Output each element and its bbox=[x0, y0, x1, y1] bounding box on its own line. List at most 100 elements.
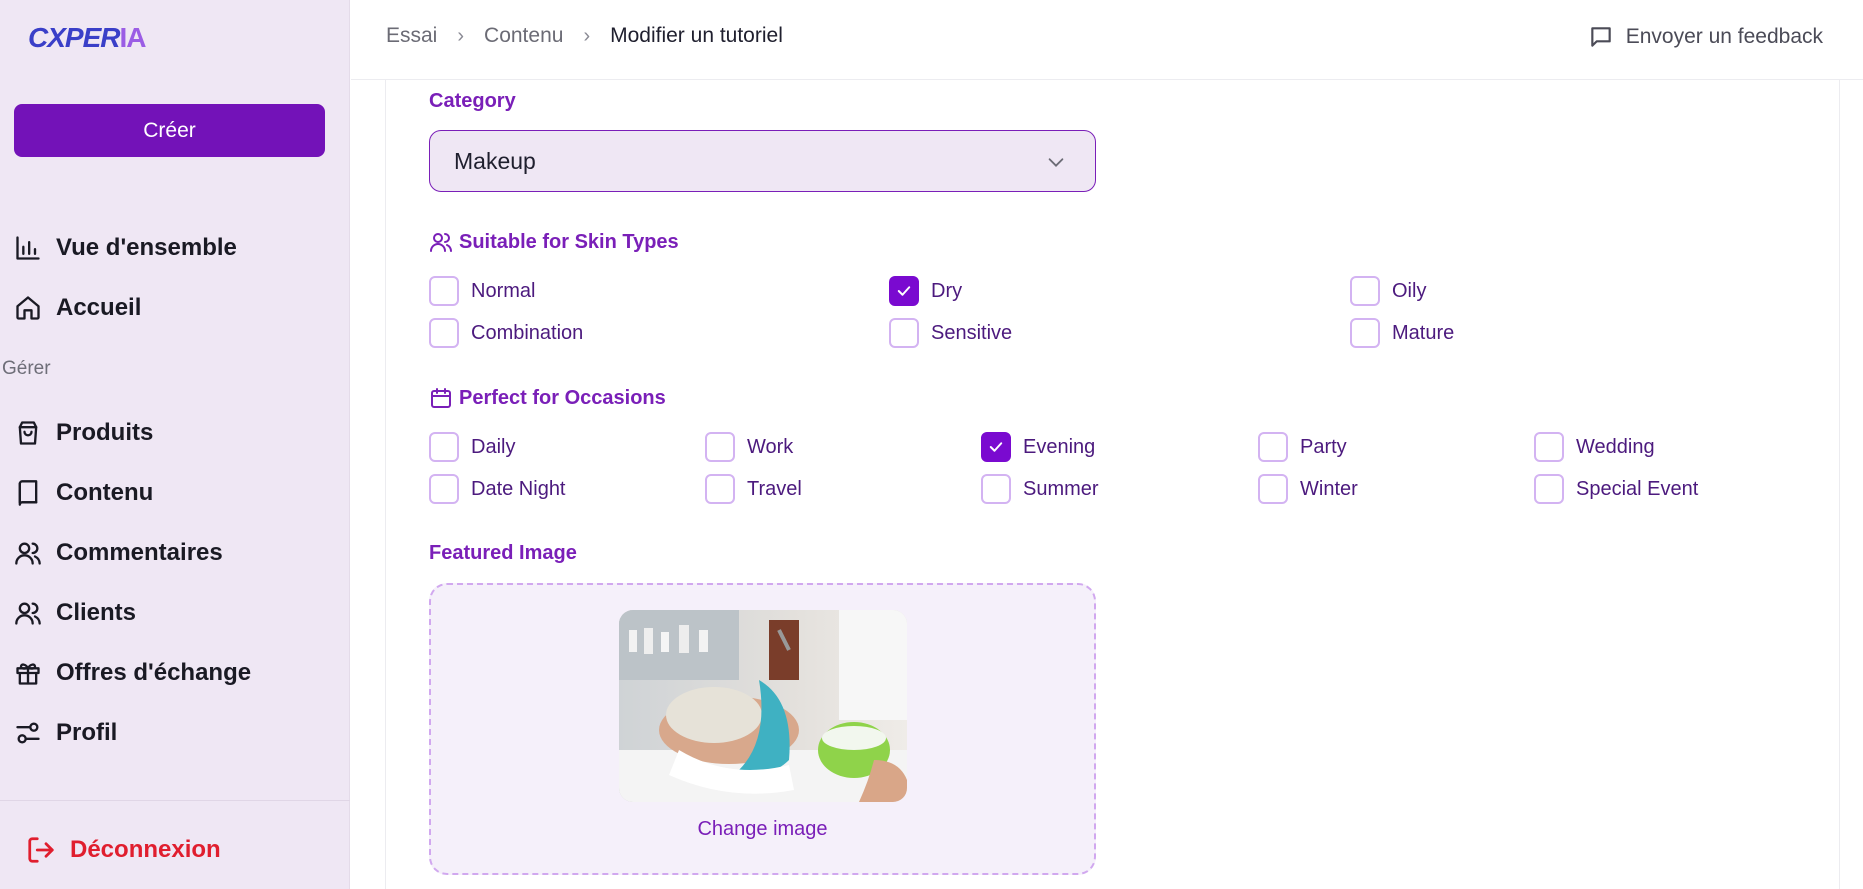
sidebar-item-label: Contenu bbox=[56, 479, 154, 506]
sidebar-item-label: Clients bbox=[56, 599, 137, 626]
bar-chart-icon bbox=[16, 236, 40, 260]
checkbox-occasion-wedding[interactable]: Wedding bbox=[1534, 432, 1655, 462]
category-select[interactable]: Makeup bbox=[429, 130, 1096, 192]
occasions-label: Perfect for Occasions bbox=[429, 386, 666, 410]
checkbox-box[interactable] bbox=[705, 474, 735, 504]
sidebar-item-label: Vue d'ensemble bbox=[56, 234, 237, 261]
users-icon bbox=[430, 233, 452, 252]
checkbox-occasion-travel[interactable]: Travel bbox=[705, 474, 802, 504]
checkbox-occasion-work[interactable]: Work bbox=[705, 432, 793, 462]
sidebar-item-profile[interactable]: Profil bbox=[14, 713, 117, 753]
checkbox-box-checked[interactable] bbox=[889, 276, 919, 306]
checkbox-label: Summer bbox=[1023, 477, 1099, 500]
feedback-button[interactable]: Envoyer un feedback bbox=[1588, 24, 1823, 50]
change-image-link[interactable]: Change image bbox=[431, 818, 1094, 841]
checkbox-label: Party bbox=[1300, 435, 1347, 458]
checkbox-occasion-summer[interactable]: Summer bbox=[981, 474, 1099, 504]
logout-icon bbox=[28, 837, 54, 863]
checkbox-label: Special Event bbox=[1576, 477, 1699, 500]
checkbox-skin-mature[interactable]: Mature bbox=[1350, 318, 1454, 348]
category-value: Makeup bbox=[454, 147, 536, 174]
calendar-icon bbox=[431, 388, 451, 408]
check-icon bbox=[989, 442, 1003, 452]
sidebar-item-label: Produits bbox=[56, 419, 154, 446]
checkbox-occasion-evening[interactable]: Evening bbox=[981, 432, 1095, 462]
top-header: Essai › Contenu › Modifier un tutoriel E… bbox=[351, 0, 1863, 80]
checkbox-label: Mature bbox=[1392, 321, 1455, 344]
sidebar-item-clients[interactable]: Clients bbox=[14, 593, 136, 633]
checkbox-skin-oily[interactable]: Oily bbox=[1350, 276, 1426, 306]
checkbox-label: Daily bbox=[471, 435, 516, 458]
occasions-label-text: Perfect for Occasions bbox=[459, 386, 666, 409]
checkbox-box-checked[interactable] bbox=[981, 432, 1011, 462]
feedback-label: Envoyer un feedback bbox=[1625, 25, 1823, 48]
sidebar-item-comments[interactable]: Commentaires bbox=[14, 533, 223, 573]
facial-treatment-photo bbox=[619, 610, 907, 802]
logout-button[interactable]: Déconnexion bbox=[26, 830, 221, 870]
checkbox-box[interactable] bbox=[705, 432, 735, 462]
breadcrumb: Essai › Contenu › Modifier un tutoriel bbox=[386, 24, 783, 48]
checkbox-label: Date Night bbox=[471, 477, 566, 500]
checkbox-label: Work bbox=[747, 435, 794, 458]
checkbox-box[interactable] bbox=[429, 474, 459, 504]
logout-label: Déconnexion bbox=[70, 836, 221, 863]
checkbox-occasion-special-event[interactable]: Special Event bbox=[1534, 474, 1698, 504]
checkbox-box[interactable] bbox=[1534, 474, 1564, 504]
checkbox-label: Wedding bbox=[1576, 435, 1655, 458]
sidebar-item-products[interactable]: Produits bbox=[14, 413, 153, 453]
checkbox-box[interactable] bbox=[1534, 432, 1564, 462]
checkbox-box[interactable] bbox=[429, 432, 459, 462]
checkbox-occasion-party[interactable]: Party bbox=[1258, 432, 1347, 462]
checkbox-skin-dry[interactable]: Dry bbox=[889, 276, 962, 306]
section-label-manage: Gérer bbox=[2, 358, 51, 379]
checkbox-label: Evening bbox=[1023, 435, 1096, 458]
gift-icon bbox=[16, 663, 40, 685]
checkbox-box[interactable] bbox=[1258, 474, 1288, 504]
checkbox-box[interactable] bbox=[1258, 432, 1288, 462]
checkbox-label: Combination bbox=[471, 321, 584, 344]
breadcrumb-item-content[interactable]: Contenu bbox=[484, 24, 563, 48]
brand-logo[interactable]: CXPER IA bbox=[28, 22, 146, 54]
skin-types-label-text: Suitable for Skin Types bbox=[459, 230, 679, 253]
checkbox-occasion-date-night[interactable]: Date Night bbox=[429, 474, 566, 504]
sliders-icon bbox=[16, 722, 40, 744]
edit-tutorial-form: Category Makeup Suitable for Skin Types … bbox=[385, 80, 1840, 889]
checkbox-skin-combination[interactable]: Combination bbox=[429, 318, 583, 348]
users-icon bbox=[15, 602, 41, 625]
checkbox-label: Winter bbox=[1300, 477, 1358, 500]
featured-image-label: Featured Image bbox=[429, 542, 577, 564]
breadcrumb-item-trial[interactable]: Essai bbox=[386, 24, 437, 48]
chevron-right-icon: › bbox=[583, 24, 591, 47]
image-dropzone[interactable]: Change image bbox=[429, 583, 1096, 875]
sidebar-item-label: Offres d'échange bbox=[56, 659, 252, 686]
checkbox-label: Sensitive bbox=[931, 321, 1013, 344]
featured-image-thumbnail bbox=[619, 610, 907, 802]
sidebar-item-home[interactable]: Accueil bbox=[14, 288, 141, 328]
checkbox-box[interactable] bbox=[429, 276, 459, 306]
checkbox-occasion-daily[interactable]: Daily bbox=[429, 432, 515, 462]
checkbox-box[interactable] bbox=[1350, 318, 1380, 348]
checkbox-label: Dry bbox=[931, 279, 963, 302]
sidebar-item-overview[interactable]: Vue d'ensemble bbox=[14, 228, 237, 268]
shopping-bag-icon bbox=[18, 421, 38, 445]
chevron-down-icon bbox=[1048, 158, 1064, 167]
checkbox-box[interactable] bbox=[889, 318, 919, 348]
checkbox-box[interactable] bbox=[429, 318, 459, 348]
sidebar-item-label: Profil bbox=[56, 719, 118, 746]
checkbox-label: Oily bbox=[1392, 279, 1427, 302]
checkbox-box[interactable] bbox=[1350, 276, 1380, 306]
sidebar-item-label: Accueil bbox=[56, 294, 142, 321]
sidebar-item-label: Commentaires bbox=[56, 539, 223, 566]
sidebar: CXPER IA Créer Vue d'ensemble Accueil Gér… bbox=[0, 0, 350, 889]
checkbox-skin-normal[interactable]: Normal bbox=[429, 276, 535, 306]
checkbox-box[interactable] bbox=[981, 474, 1011, 504]
sidebar-item-offers[interactable]: Offres d'échange bbox=[14, 653, 251, 693]
create-button[interactable]: Créer bbox=[14, 104, 325, 157]
checkbox-occasion-winter[interactable]: Winter bbox=[1258, 474, 1358, 504]
checkbox-skin-sensitive[interactable]: Sensitive bbox=[889, 318, 1012, 348]
book-icon bbox=[18, 480, 38, 506]
message-square-icon bbox=[1590, 27, 1611, 47]
skin-types-label: Suitable for Skin Types bbox=[429, 230, 679, 254]
logo-text: CXPER bbox=[28, 22, 120, 53]
sidebar-item-content[interactable]: Contenu bbox=[14, 473, 153, 513]
